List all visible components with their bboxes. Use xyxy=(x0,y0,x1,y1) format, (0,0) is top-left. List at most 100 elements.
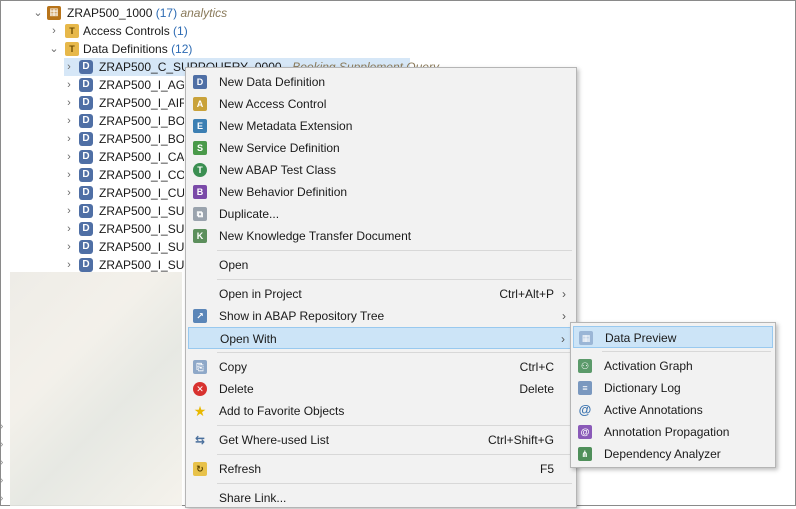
menu-item-new-behavior-definition[interactable]: B New Behavior Definition xyxy=(188,181,574,203)
menu-item-new-data-definition[interactable]: D New Data Definition xyxy=(188,71,574,93)
chevron-right-icon[interactable]: › xyxy=(64,220,74,238)
activation-graph-icon: ⚇ xyxy=(578,359,592,373)
package-desc: analytics xyxy=(180,6,228,20)
data-definition-icon: D xyxy=(79,186,93,200)
menu-separator xyxy=(217,425,572,426)
chevron-right-icon: › xyxy=(562,287,566,301)
submenu-item-data-preview[interactable]: ▦ Data Preview xyxy=(573,326,773,348)
tree-item-ddl[interactable]: › D ZRAP500_I_SUPP xyxy=(64,202,184,220)
tree-item-ddl[interactable]: › D ZRAP500_I_CON xyxy=(64,166,184,184)
tree-item-name: ZRAP500_I_SUPP xyxy=(99,222,184,236)
tree-node-access-controls[interactable]: › T Access Controls (1) xyxy=(46,22,246,40)
data-definition-icon: D xyxy=(79,60,93,74)
chevron-right-icon[interactable]: › xyxy=(0,490,10,508)
chevron-right-icon[interactable]: › xyxy=(64,130,74,148)
chevron-right-icon[interactable]: › xyxy=(64,58,74,76)
chevron-right-icon[interactable]: › xyxy=(64,76,74,94)
chevron-right-icon[interactable]: › xyxy=(64,112,74,130)
tree-item-ddl[interactable]: › D ZRAP500_I_SUPP xyxy=(64,238,184,256)
submenu-item-dependency-analyzer[interactable]: ⋔ Dependency Analyzer xyxy=(573,443,773,465)
context-menu: D New Data Definition A New Access Contr… xyxy=(185,67,577,508)
submenu-item-active-annotations[interactable]: @ Active Annotations xyxy=(573,399,773,421)
submenu-item-dictionary-log[interactable]: ≡ Dictionary Log xyxy=(573,377,773,399)
menu-separator xyxy=(602,351,771,352)
dependency-analyzer-icon: ⋔ xyxy=(578,447,592,461)
tree-item-name: ZRAP500_I_AIRP xyxy=(99,96,184,110)
data-definition-icon: D xyxy=(79,168,93,182)
tree-node-data-definitions[interactable]: ⌄ T Data Definitions (12) xyxy=(46,40,246,58)
menu-separator xyxy=(217,250,572,251)
data-definitions-count: (12) xyxy=(171,42,193,56)
chevron-right-icon[interactable]: › xyxy=(49,22,59,40)
where-used-icon: ⇆ xyxy=(194,433,206,447)
chevron-right-icon[interactable]: › xyxy=(0,454,10,472)
tree-node-package[interactable]: ⌄ ▦ ZRAP500_1000 (17) analytics xyxy=(30,4,230,22)
menu-item-add-to-favorites[interactable]: ★ Add to Favorite Objects xyxy=(188,400,574,422)
menu-item-show-in-repository-tree[interactable]: ↗ Show in ABAP Repository Tree › xyxy=(188,305,574,327)
menu-separator xyxy=(217,352,572,353)
chevron-down-icon[interactable]: ⌄ xyxy=(33,4,43,22)
chevron-right-icon[interactable]: › xyxy=(64,238,74,256)
menu-item-duplicate[interactable]: ⧉ Duplicate... xyxy=(188,203,574,225)
package-count: (17) xyxy=(155,6,178,20)
tree-item-ddl[interactable]: › D ZRAP500_I_BOO xyxy=(64,130,184,148)
tree-item-name: ZRAP500_I_AGEN xyxy=(99,78,184,92)
tree-item-ddl[interactable]: › D ZRAP500_I_BOO xyxy=(64,112,184,130)
chevron-right-icon[interactable]: › xyxy=(0,418,10,436)
menu-separator xyxy=(217,483,572,484)
data-definition-icon: D xyxy=(79,114,93,128)
metadata-extension-new-icon: E xyxy=(193,119,207,133)
menu-item-new-access-control[interactable]: A New Access Control xyxy=(188,93,574,115)
submenu-item-annotation-propagation[interactable]: @ Annotation Propagation xyxy=(573,421,773,443)
menu-item-open[interactable]: Open xyxy=(188,254,574,276)
menu-item-copy[interactable]: ⎘ Copy Ctrl+C xyxy=(188,356,574,378)
blurred-region xyxy=(10,272,182,506)
package-name: ZRAP500_1000 xyxy=(67,6,153,20)
delete-icon: ✕ xyxy=(193,382,207,396)
star-icon: ★ xyxy=(193,403,207,419)
chevron-right-icon[interactable]: › xyxy=(0,436,10,454)
chevron-right-icon[interactable]: › xyxy=(0,472,10,490)
copy-icon: ⎘ xyxy=(193,360,207,374)
knowledge-transfer-icon: K xyxy=(193,229,207,243)
menu-item-new-service-definition[interactable]: S New Service Definition xyxy=(188,137,574,159)
tree-item-ddl[interactable]: › D ZRAP500_I_SUPP xyxy=(64,220,184,238)
tree-item-name: ZRAP500_I_SUPP xyxy=(99,240,184,254)
behavior-definition-new-icon: B xyxy=(193,185,207,199)
shortcut-label: Ctrl+C xyxy=(519,360,554,374)
menu-item-new-metadata-extension[interactable]: E New Metadata Extension xyxy=(188,115,574,137)
tree-item-ddl[interactable]: › D ZRAP500_I_CARI xyxy=(64,148,184,166)
menu-item-new-abap-test-class[interactable]: T New ABAP Test Class xyxy=(188,159,574,181)
chevron-down-icon[interactable]: ⌄ xyxy=(49,40,59,58)
dictionary-log-icon: ≡ xyxy=(578,381,592,395)
shortcut-label: Delete xyxy=(519,382,554,396)
menu-item-new-knowledge-transfer-document[interactable]: K New Knowledge Transfer Document xyxy=(188,225,574,247)
tree-item-ddl[interactable]: › D ZRAP500_I_CUST xyxy=(64,184,184,202)
menu-item-open-with[interactable]: Open With › xyxy=(188,327,574,349)
data-definitions-label: Data Definitions xyxy=(83,42,168,56)
menu-item-where-used[interactable]: ⇆ Get Where-used List Ctrl+Shift+G xyxy=(188,429,574,451)
shortcut-label: F5 xyxy=(539,462,554,476)
menu-item-refresh[interactable]: ↻ Refresh F5 xyxy=(188,458,574,480)
tree-item-ddl[interactable]: › D ZRAP500_I_AGEN xyxy=(64,76,184,94)
access-control-new-icon: A xyxy=(193,97,207,111)
chevron-right-icon[interactable]: › xyxy=(64,166,74,184)
access-controls-count: (1) xyxy=(173,24,188,38)
service-definition-new-icon: S xyxy=(193,141,207,155)
chevron-right-icon[interactable]: › xyxy=(64,202,74,220)
tree-item-name: ZRAP500_I_SUPP xyxy=(99,204,184,218)
tree-item-name: ZRAP500_I_CON xyxy=(99,168,184,182)
menu-item-delete[interactable]: ✕ Delete Delete xyxy=(188,378,574,400)
folder-icon: T xyxy=(65,24,79,38)
chevron-right-icon[interactable]: › xyxy=(64,184,74,202)
chevron-right-icon[interactable]: › xyxy=(64,94,74,112)
data-definition-icon: D xyxy=(79,96,93,110)
annotation-propagation-icon: @ xyxy=(578,425,592,439)
submenu-item-activation-graph[interactable]: ⚇ Activation Graph xyxy=(573,355,773,377)
package-icon: ▦ xyxy=(47,6,61,20)
chevron-right-icon[interactable]: › xyxy=(64,148,74,166)
tree-item-ddl[interactable]: › D ZRAP500_I_AIRP xyxy=(64,94,184,112)
menu-item-open-in-project[interactable]: Open in Project Ctrl+Alt+P › xyxy=(188,283,574,305)
data-definition-icon: D xyxy=(79,240,93,254)
access-controls-label: Access Controls xyxy=(83,24,170,38)
